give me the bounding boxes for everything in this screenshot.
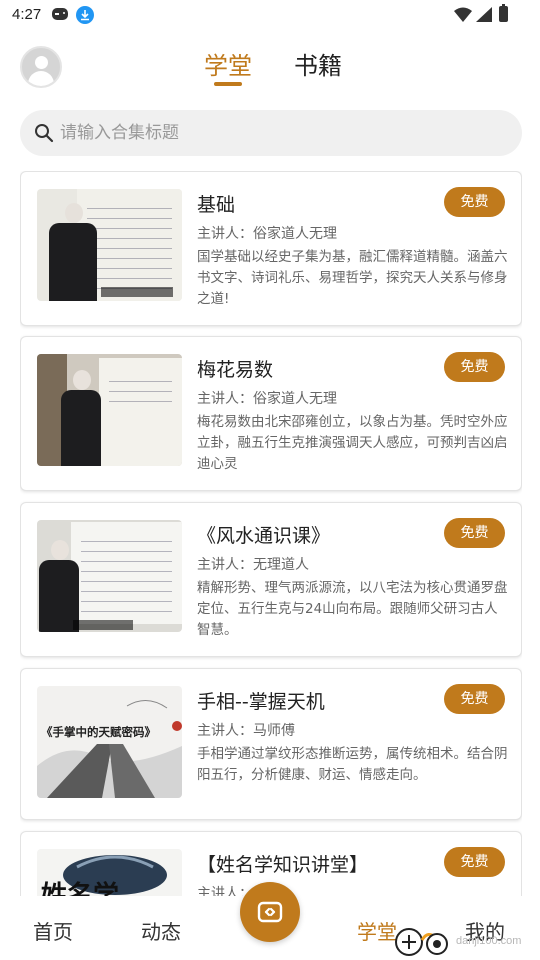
course-thumbnail: 《手掌中的天赋密码》 bbox=[37, 686, 182, 798]
thumbnail-caption: 姓名学 bbox=[41, 881, 120, 896]
nav-xuetang[interactable]: 学堂 bbox=[357, 916, 397, 945]
course-lecturer: 主讲人：俗家道人无理 bbox=[197, 226, 337, 242]
course-card[interactable]: 基础 免费 主讲人：俗家道人无理 国学基础以经史子集为基，融汇儒释道精髓。涵盖六… bbox=[20, 171, 522, 326]
active-tab-indicator bbox=[214, 82, 242, 86]
signal-icon bbox=[476, 7, 492, 22]
course-lecturer: 主讲人：马师傅 bbox=[197, 723, 295, 739]
course-title: 【姓名学知识讲堂】 bbox=[197, 854, 369, 876]
search-icon bbox=[35, 124, 54, 143]
tab-shuji[interactable]: 书籍 bbox=[294, 46, 342, 81]
course-description: 梅花易数由北宋邵雍创立，以象占为基。凭时空外应立卦，融五行生克推演强调天人感应，… bbox=[197, 414, 508, 472]
nav-home[interactable]: 首页 bbox=[33, 916, 73, 945]
course-card[interactable]: 《风水通识课》 免费 主讲人：无理道人 精解形势、理气两派源流，以八宅法为核心贯… bbox=[20, 502, 522, 657]
search-input[interactable] bbox=[60, 110, 500, 156]
course-description: 精解形势、理气两派源流，以八宅法为核心贯通罗盘定位、五行生克与24山向布局。跟随… bbox=[197, 580, 508, 638]
avatar[interactable] bbox=[20, 46, 62, 88]
thumbnail-caption: 《手掌中的天赋密码》 bbox=[41, 725, 156, 739]
free-badge: 免费 bbox=[444, 352, 505, 382]
course-lecturer: 主讲人：无理道人 bbox=[197, 557, 309, 573]
course-thumbnail bbox=[37, 189, 182, 301]
tab-xuetang[interactable]: 学堂 bbox=[204, 46, 252, 81]
course-lecturer: 主讲人：俗家道人无理 bbox=[197, 391, 337, 407]
center-live-button[interactable] bbox=[240, 882, 300, 942]
course-title: 手相--掌握天机 bbox=[197, 691, 325, 713]
free-badge: 免费 bbox=[444, 187, 505, 217]
free-badge: 免费 bbox=[444, 847, 505, 877]
gamepad-icon bbox=[52, 8, 68, 20]
course-card[interactable]: 《手掌中的天赋密码》 手相--掌握天机 免费 主讲人：马师傅 手相学通过掌纹形态… bbox=[20, 668, 522, 820]
course-title: 《风水通识课》 bbox=[197, 525, 331, 547]
watermark: danji100.com bbox=[392, 915, 540, 960]
watermark-text: danji100.com bbox=[456, 935, 522, 947]
status-time: 4:27 bbox=[12, 6, 42, 23]
download-icon bbox=[76, 6, 94, 24]
course-thumbnail bbox=[37, 354, 182, 466]
course-thumbnail bbox=[37, 520, 182, 632]
course-description: 国学基础以经史子集为基，融汇儒释道精髓。涵盖六书文字、诗词礼乐、易理哲学，探究天… bbox=[197, 249, 508, 307]
watermark-logo bbox=[395, 928, 448, 956]
course-title: 基础 bbox=[197, 194, 236, 216]
battery-icon bbox=[499, 4, 508, 22]
course-list[interactable]: 基础 免费 主讲人：俗家道人无理 国学基础以经史子集为基，融汇儒释道精髓。涵盖六… bbox=[20, 171, 522, 896]
nav-dynamic[interactable]: 动态 bbox=[141, 916, 181, 945]
course-description: 手相学通过掌纹形态推断运势，属传统相术。结合阴阳五行，分析健康、财运、情感走向。 bbox=[197, 746, 508, 783]
wifi-icon bbox=[454, 7, 472, 22]
free-badge: 免费 bbox=[444, 684, 505, 714]
course-title: 梅花易数 bbox=[197, 359, 274, 381]
free-badge: 免费 bbox=[444, 518, 505, 548]
status-bar: 4:27 bbox=[0, 0, 540, 32]
course-card[interactable]: 梅花易数 免费 主讲人：俗家道人无理 梅花易数由北宋邵雍创立，以象占为基。凭时空… bbox=[20, 336, 522, 491]
live-icon bbox=[257, 901, 283, 923]
search-bar[interactable] bbox=[20, 110, 522, 156]
course-thumbnail: 姓名学 bbox=[37, 849, 182, 896]
